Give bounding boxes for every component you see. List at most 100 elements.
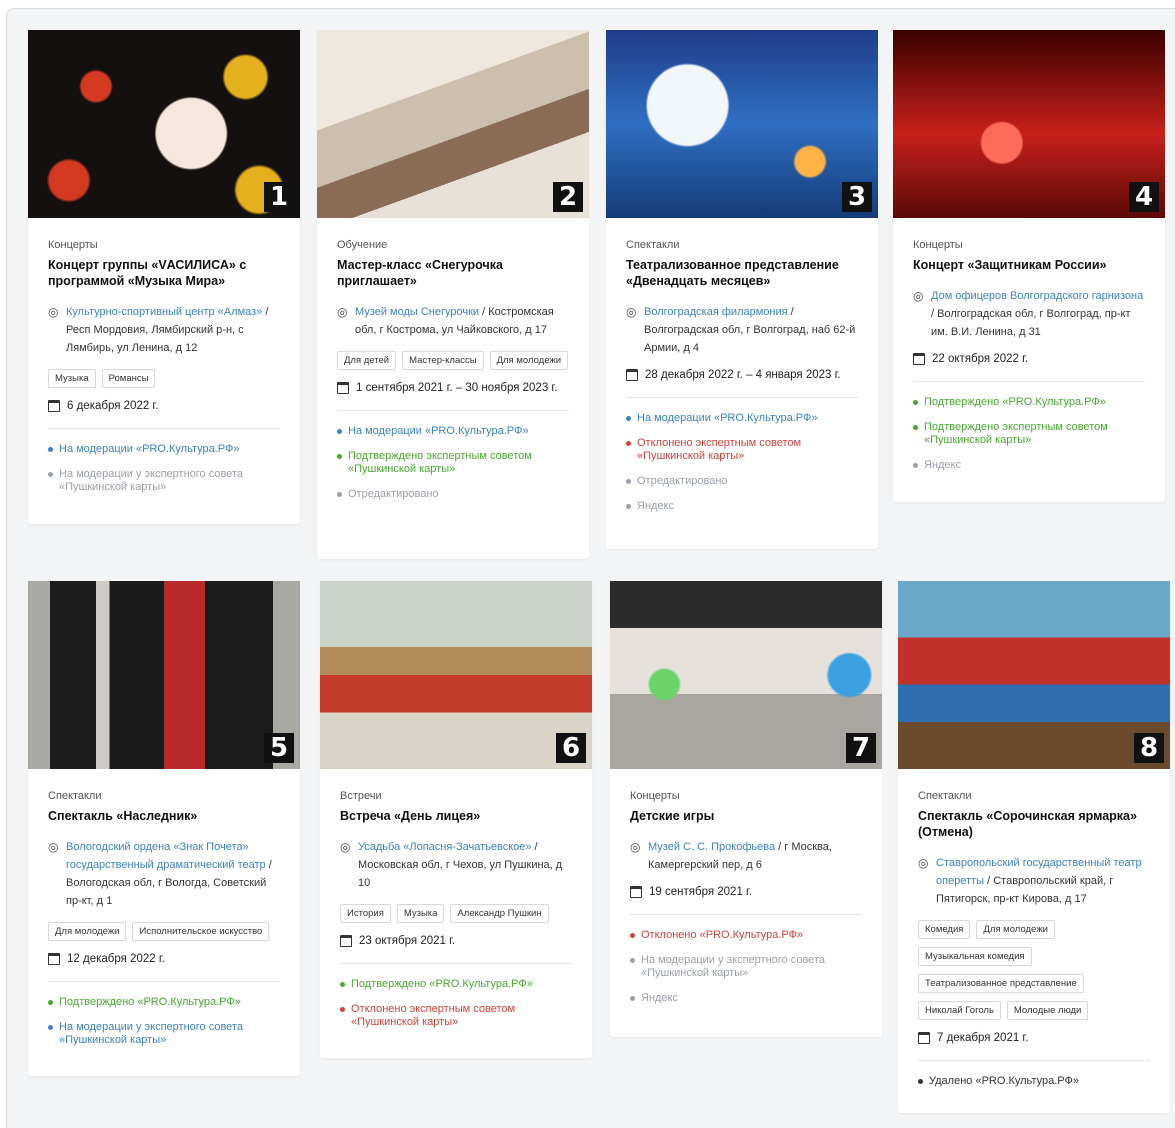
event-card[interactable]: 3 Спектакли Театрализованное представлен… — [606, 30, 878, 549]
venue-link[interactable]: Волгоградская филармония — [644, 306, 788, 318]
tag-chip[interactable]: Для молодежи — [48, 922, 127, 941]
venue-link[interactable]: Усадьба «Лопасня-Зачатьевское» — [358, 841, 532, 853]
status-dot-icon — [918, 1079, 923, 1084]
venue-link[interactable]: Музей моды Снегурочки — [355, 306, 479, 318]
moderation-status: Подтверждено «PRO.Культура.РФ» — [913, 396, 1145, 409]
status-text: Яндекс — [637, 500, 674, 512]
event-card[interactable]: 2 Обучение Мастер-класс «Снегурочка приг… — [317, 30, 589, 559]
tag-chip[interactable]: Театрализованное представление — [918, 974, 1084, 993]
event-image[interactable]: 4 — [893, 30, 1165, 218]
event-card[interactable]: 1 Концерты Концерт группы «VАСИЛИСА» с п… — [28, 30, 300, 524]
event-image[interactable]: 3 — [606, 30, 878, 218]
tag-chip[interactable]: Для молодежи — [976, 920, 1055, 939]
venue-link[interactable]: Музей С. С. Прокофьева — [648, 841, 775, 853]
tag-chip[interactable]: Для молодежи — [489, 351, 569, 370]
tag-chip[interactable]: История — [340, 904, 391, 923]
event-image[interactable]: 1 — [28, 30, 300, 218]
event-title[interactable]: Театрализованное представление «Двенадца… — [626, 257, 858, 289]
event-card[interactable]: 7 Концерты Детские игры ◎ Музей С. С. Пр… — [610, 581, 882, 1037]
event-location: ◎ Ставропольский государственный театр о… — [918, 854, 1150, 908]
status-text: Подтверждено экспертным советом «Пушкинс… — [924, 421, 1108, 446]
calendar-icon — [626, 369, 638, 381]
tag-chip[interactable]: Романсы — [101, 369, 156, 388]
moderation-status: На модерации «PRO.Культура.РФ» — [337, 425, 569, 438]
event-location: ◎ Усадьба «Лопасня-Зачатьевское» / Моско… — [340, 838, 572, 892]
calendar-icon — [48, 953, 60, 965]
location-pin-icon: ◎ — [626, 305, 637, 319]
event-date: 1 сентября 2021 г. – 30 ноября 2023 г. — [337, 382, 569, 394]
moderation-status: Подтверждено «PRO.Культура.РФ» — [48, 996, 280, 1009]
event-category: Спектакли — [918, 790, 972, 802]
status-dot-icon — [630, 933, 635, 938]
date-text: 19 сентября 2021 г. — [649, 886, 753, 898]
event-card[interactable]: 5 Спектакли Спектакль «Наследник» ◎ Воло… — [28, 581, 300, 1076]
tag-chip[interactable]: Мастер-классы — [402, 351, 484, 370]
event-category: Встречи — [340, 790, 382, 802]
location-pin-icon: ◎ — [918, 856, 929, 870]
event-category: Обучение — [337, 239, 388, 251]
tag-chip[interactable]: Музыка — [396, 904, 445, 923]
status-dot-icon — [626, 479, 631, 484]
status-text: Отклонено «PRO.Культура.РФ» — [641, 929, 804, 941]
event-location: ◎ Культурно-спортивный центр «Алмаз» / Р… — [48, 303, 280, 357]
divider — [48, 428, 280, 429]
calendar-icon — [630, 886, 642, 898]
event-image[interactable]: 7 — [610, 581, 882, 769]
event-card[interactable]: 4 Концерты Концерт «Защитникам России» ◎… — [893, 30, 1165, 502]
venue-link[interactable]: Культурно-спортивный центр «Алмаз» — [66, 306, 262, 318]
event-title[interactable]: Спектакль «Наследник» — [48, 808, 280, 824]
card-number-badge: 4 — [1129, 182, 1159, 212]
moderation-status: Подтверждено экспертным советом «Пушкинс… — [337, 450, 569, 476]
moderation-status: На модерации у экспертного совета «Пушки… — [48, 1021, 280, 1047]
event-image[interactable]: 5 — [28, 581, 300, 769]
tag-chip[interactable]: Александр Пушкин — [450, 904, 549, 923]
event-category: Спектакли — [626, 239, 680, 251]
venue-link[interactable]: Дом офицеров Волгоградского гарнизона — [931, 290, 1143, 302]
event-image[interactable]: 2 — [317, 30, 589, 218]
event-location: ◎ Дом офицеров Волгоградского гарнизона … — [913, 287, 1145, 341]
moderation-status: На модерации у экспертного совета «Пушки… — [48, 468, 280, 494]
divider — [340, 963, 572, 964]
date-text: 1 сентября 2021 г. – 30 ноября 2023 г. — [356, 382, 558, 394]
tag-chip[interactable]: Комедия — [918, 920, 971, 939]
status-dot-icon — [626, 441, 631, 446]
divider — [626, 397, 858, 398]
event-date: 12 декабря 2022 г. — [48, 953, 280, 965]
status-dot-icon — [48, 1025, 53, 1030]
event-date: 7 декабря 2021 г. — [918, 1032, 1150, 1044]
tag-chip[interactable]: Музыкальная комедия — [918, 947, 1032, 966]
moderation-status: Удалено «PRO.Культура.РФ» — [918, 1075, 1150, 1088]
tag-chip[interactable]: Исполнительское искусство — [132, 922, 270, 941]
calendar-icon — [337, 382, 349, 394]
event-title[interactable]: Мастер-класс «Снегурочка приглашает» — [337, 257, 569, 289]
venue-link[interactable]: Вологодский ордена «Знак Почета» государ… — [66, 841, 266, 871]
event-location: ◎ Музей С. С. Прокофьева / г Москва, Кам… — [630, 838, 862, 874]
event-card[interactable]: 6 Встречи Встреча «День лицея» ◎ Усадьба… — [320, 581, 592, 1058]
event-date: 23 октября 2021 г. — [340, 935, 572, 947]
moderation-status: Яндекс — [630, 992, 862, 1005]
event-title[interactable]: Встреча «День лицея» — [340, 808, 572, 824]
tag-chip[interactable]: Для детей — [337, 351, 397, 370]
event-title[interactable]: Спектакль «Сорочинская ярмарка» (Отмена) — [918, 808, 1150, 840]
moderation-status: Отредактировано — [626, 475, 858, 488]
event-title[interactable]: Концерт «Защитникам России» — [913, 257, 1145, 273]
event-date: 6 декабря 2022 г. — [48, 400, 280, 412]
status-dot-icon — [913, 400, 918, 405]
event-image[interactable]: 8 — [898, 581, 1170, 769]
event-title[interactable]: Концерт группы «VАСИЛИСА» с программой «… — [48, 257, 280, 289]
tag-chip[interactable]: Музыка — [48, 369, 96, 388]
tag-list: История Музыка Александр Пушкин — [340, 904, 572, 923]
event-title[interactable]: Детские игры — [630, 808, 862, 824]
status-text: Подтверждено «PRO.Культура.РФ» — [351, 978, 533, 990]
date-text: 28 декабря 2022 г. – 4 января 2023 г. — [645, 369, 841, 381]
event-card[interactable]: 8 Спектакли Спектакль «Сорочинская ярмар… — [898, 581, 1170, 1113]
tag-chip[interactable]: Молодые люди — [1006, 1001, 1089, 1020]
date-text: 12 декабря 2022 г. — [67, 953, 165, 965]
status-dot-icon — [337, 429, 342, 434]
status-dot-icon — [340, 1007, 345, 1012]
card-number-badge: 2 — [553, 182, 583, 212]
tag-chip[interactable]: Николай Гоголь — [918, 1001, 1001, 1020]
status-dot-icon — [626, 416, 631, 421]
event-image[interactable]: 6 — [320, 581, 592, 769]
date-text: 23 октября 2021 г. — [359, 935, 456, 947]
